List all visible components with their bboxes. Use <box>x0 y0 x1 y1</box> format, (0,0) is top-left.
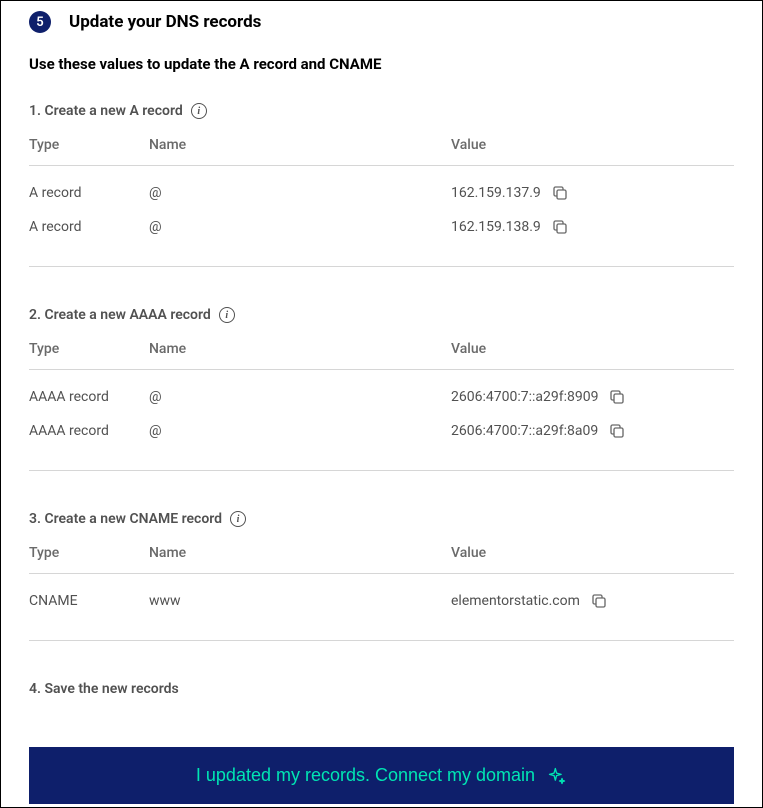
copy-icon[interactable] <box>590 592 608 610</box>
cell-name: @ <box>149 219 451 235</box>
sparkle-icon <box>547 766 567 786</box>
section-title-save: 4. Save the new records <box>29 681 734 697</box>
col-header-value: Value <box>451 137 734 153</box>
info-icon[interactable]: i <box>230 511 246 527</box>
table-row: CNAME www elementorstatic.com <box>29 582 734 616</box>
cell-type: A record <box>29 219 149 235</box>
cell-type: AAAA record <box>29 389 149 405</box>
cell-value-text: 2606:4700:7::a29f:8909 <box>451 389 598 405</box>
table-header: Type Name Value <box>29 545 734 574</box>
col-header-type: Type <box>29 545 149 561</box>
cell-type: AAAA record <box>29 423 149 439</box>
cell-value-text: 162.159.138.9 <box>451 219 541 235</box>
section-title-cname-record: 3. Create a new CNAME record i <box>29 511 734 527</box>
cell-value: elementorstatic.com <box>451 592 734 610</box>
page-subtitle: Use these values to update the A record … <box>29 55 734 73</box>
col-header-name: Name <box>149 341 451 357</box>
col-header-name: Name <box>149 137 451 153</box>
table-header: Type Name Value <box>29 137 734 166</box>
cell-value-text: 2606:4700:7::a29f:8a09 <box>451 423 598 439</box>
col-header-name: Name <box>149 545 451 561</box>
section-title-label: 3. Create a new CNAME record <box>29 511 222 527</box>
copy-icon[interactable] <box>608 388 626 406</box>
cell-name: @ <box>149 423 451 439</box>
cell-value: 162.159.138.9 <box>451 218 734 236</box>
table-row: AAAA record @ 2606:4700:7::a29f:8a09 <box>29 412 734 446</box>
cell-value: 2606:4700:7::a29f:8909 <box>451 388 734 406</box>
col-header-value: Value <box>451 545 734 561</box>
section-divider <box>29 640 734 641</box>
copy-icon[interactable] <box>608 422 626 440</box>
col-header-type: Type <box>29 137 149 153</box>
cell-type: A record <box>29 185 149 201</box>
section-divider <box>29 266 734 267</box>
copy-icon[interactable] <box>551 218 569 236</box>
connect-domain-button[interactable]: I updated my records. Connect my domain <box>29 747 734 804</box>
copy-icon[interactable] <box>551 184 569 202</box>
cell-value: 2606:4700:7::a29f:8a09 <box>451 422 734 440</box>
section-title-a-record: 1. Create a new A record i <box>29 103 734 119</box>
cell-name: www <box>149 593 451 609</box>
section-title-aaaa-record: 2. Create a new AAAA record i <box>29 307 734 323</box>
section-title-label: 2. Create a new AAAA record <box>29 307 211 323</box>
table-row: AAAA record @ 2606:4700:7::a29f:8909 <box>29 378 734 412</box>
cell-type: CNAME <box>29 593 149 609</box>
step-number-badge: 5 <box>29 11 51 33</box>
cta-label: I updated my records. Connect my domain <box>196 765 535 786</box>
section-divider <box>29 470 734 471</box>
info-icon[interactable]: i <box>219 307 235 323</box>
col-header-value: Value <box>451 341 734 357</box>
page-title: Update your DNS records <box>69 12 261 32</box>
cell-name: @ <box>149 185 451 201</box>
table-row: A record @ 162.159.138.9 <box>29 208 734 242</box>
step-header: 5 Update your DNS records <box>29 11 734 33</box>
cell-value-text: 162.159.137.9 <box>451 185 541 201</box>
cell-value-text: elementorstatic.com <box>451 593 580 609</box>
info-icon[interactable]: i <box>191 103 207 119</box>
cell-name: @ <box>149 389 451 405</box>
col-header-type: Type <box>29 341 149 357</box>
section-title-label: 1. Create a new A record <box>29 103 183 119</box>
cell-value: 162.159.137.9 <box>451 184 734 202</box>
table-row: A record @ 162.159.137.9 <box>29 174 734 208</box>
table-header: Type Name Value <box>29 341 734 370</box>
